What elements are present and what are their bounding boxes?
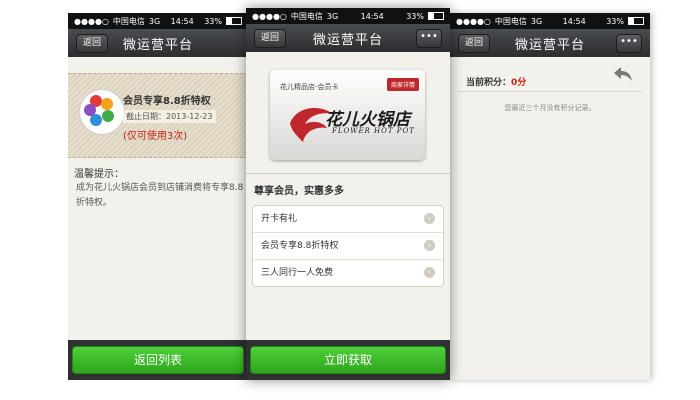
more-menu-button[interactable]: ••• bbox=[416, 29, 442, 48]
list-item-label: 开卡有礼 bbox=[261, 214, 298, 224]
chevron-right-icon: › bbox=[424, 267, 435, 278]
list-item-label: 会员专享8.8折特权 bbox=[261, 241, 339, 251]
member-card[interactable]: 花儿精品店-会员卡 商家详情 花儿火锅店 FLOWER HOT POT bbox=[270, 70, 425, 160]
signal-icon: ●●●●○ bbox=[252, 11, 287, 21]
back-to-list-button[interactable]: 返回列表 bbox=[72, 346, 244, 374]
clock-text: 14:54 bbox=[170, 16, 194, 26]
card-name: 花儿精品店-会员卡 bbox=[280, 83, 339, 91]
bottom-bar: 返回列表 bbox=[68, 340, 248, 380]
network-text: 3G bbox=[326, 11, 339, 21]
nav-bar: 返回 微运营平台 bbox=[68, 29, 248, 57]
battery-icon bbox=[627, 17, 644, 25]
tips-body: 成为花儿火锅店会员到店铺消费将专享8.8折特权。 bbox=[76, 183, 244, 208]
battery-text: 33% bbox=[406, 11, 424, 21]
list-item-label: 三人同行一人免费 bbox=[261, 268, 334, 278]
brand-name-en: FLOWER HOT POT bbox=[332, 127, 415, 135]
points-label: 当前积分： bbox=[466, 78, 512, 88]
back-button[interactable]: 返回 bbox=[76, 34, 109, 53]
signal-icon: ●●●●○ bbox=[456, 16, 491, 26]
page-title: 微运营平台 bbox=[312, 32, 383, 48]
battery-icon bbox=[427, 12, 444, 20]
status-bar: ●●●●○ 中国电信 3G 14:54 33% bbox=[450, 13, 650, 29]
battery-text: 33% bbox=[606, 16, 624, 26]
page-title: 微运营平台 bbox=[514, 37, 585, 53]
signal-icon: ●●●●○ bbox=[74, 16, 109, 26]
bottom-bar: 立即获取 bbox=[246, 340, 450, 380]
empty-points-message: 您最近三个月没有积分记录。 bbox=[504, 104, 596, 112]
list-item[interactable]: 开卡有礼 › bbox=[253, 206, 443, 233]
coupon-card: 会员专享8.8折特权 截止日期：2013-12-23 (仅可使用3次) bbox=[68, 73, 248, 158]
benefits-list: 开卡有礼 › 会员专享8.8折特权 › 三人同行一人免费 › bbox=[252, 205, 444, 287]
page-title: 微运营平台 bbox=[122, 37, 193, 53]
carrier-text: 中国电信 bbox=[290, 11, 323, 21]
back-button[interactable]: 返回 bbox=[254, 29, 287, 48]
points-row: 当前积分：0分 bbox=[466, 75, 526, 88]
battery-text: 33% bbox=[204, 16, 222, 26]
tips-heading: 温馨提示： bbox=[74, 169, 124, 180]
list-item[interactable]: 会员专享8.8折特权 › bbox=[253, 233, 443, 260]
more-menu-button[interactable]: ••• bbox=[616, 34, 642, 53]
flower-logo-icon bbox=[79, 89, 125, 135]
carrier-text: 中国电信 bbox=[112, 16, 145, 26]
chevron-right-icon: › bbox=[424, 213, 435, 224]
battery-icon bbox=[225, 17, 242, 25]
benefits-heading: 尊享会员，实惠多多 bbox=[254, 186, 344, 197]
network-text: 3G bbox=[148, 16, 161, 26]
coupon-title: 会员专享8.8折特权 bbox=[123, 96, 211, 107]
chevron-right-icon: › bbox=[424, 240, 435, 251]
phone-member-card-screen: ●●●●○ 中国电信 3G 14:54 33% 返回 微运营平台 ••• 花儿精… bbox=[246, 8, 450, 380]
divider bbox=[246, 173, 450, 174]
divider bbox=[458, 91, 642, 92]
back-arrow-icon[interactable] bbox=[612, 65, 634, 83]
coupon-usage-limit: (仅可使用3次) bbox=[123, 131, 188, 142]
list-item[interactable]: 三人同行一人免费 › bbox=[253, 260, 443, 286]
phone-points-screen: ●●●●○ 中国电信 3G 14:54 33% 返回 微运营平台 ••• 当前积… bbox=[450, 13, 650, 380]
status-bar: ●●●●○ 中国电信 3G 14:54 33% bbox=[246, 8, 450, 24]
phone-coupon-screen: ●●●●○ 中国电信 3G 14:54 33% 返回 微运营平台 会员专享8.8… bbox=[68, 13, 248, 380]
clock-text: 14:54 bbox=[360, 11, 384, 21]
merchant-details-badge[interactable]: 商家详情 bbox=[386, 78, 419, 91]
nav-bar: 返回 微运营平台 ••• bbox=[450, 29, 650, 57]
back-button[interactable]: 返回 bbox=[458, 34, 491, 53]
carrier-text: 中国电信 bbox=[494, 16, 527, 26]
coupon-expiry: 截止日期：2013-12-23 bbox=[123, 110, 216, 123]
nav-bar: 返回 微运营平台 ••• bbox=[246, 24, 450, 52]
network-text: 3G bbox=[530, 16, 543, 26]
get-now-button[interactable]: 立即获取 bbox=[250, 346, 446, 374]
status-bar: ●●●●○ 中国电信 3G 14:54 33% bbox=[68, 13, 248, 29]
points-value: 0分 bbox=[511, 78, 527, 88]
clock-text: 14:54 bbox=[562, 16, 586, 26]
